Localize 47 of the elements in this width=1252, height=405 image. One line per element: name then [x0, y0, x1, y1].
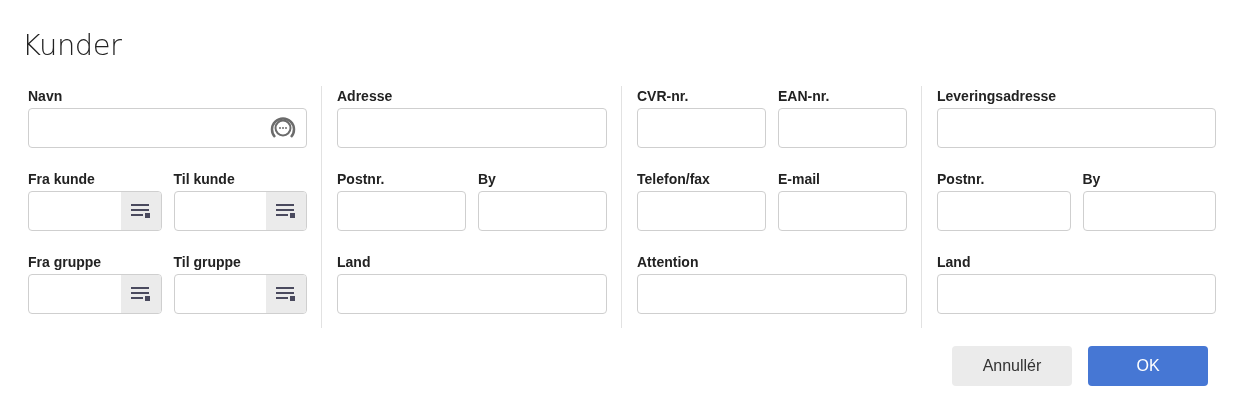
field-label: Til kunde: [173, 171, 236, 188]
input-field[interactable]: [637, 191, 766, 231]
lookup-field[interactable]: [28, 191, 162, 231]
input-field[interactable]: [337, 108, 607, 148]
lookup-button[interactable]: [120, 275, 161, 313]
lookup-field[interactable]: [173, 191, 307, 231]
field-label: Land: [937, 254, 972, 271]
field-label: Fra kunde: [28, 171, 96, 188]
input-field[interactable]: [778, 108, 907, 148]
list-icon: [130, 204, 151, 218]
field-label: Til gruppe: [173, 254, 242, 271]
input-field[interactable]: [1082, 191, 1216, 231]
list-icon: [276, 287, 296, 301]
field-label: E-mail: [778, 171, 821, 188]
dialog-title: Kunder: [22, 27, 123, 64]
field-label: CVR-nr.: [637, 88, 690, 105]
field-label: Attention: [637, 254, 700, 271]
lookup-field[interactable]: [173, 274, 307, 314]
ok-button[interactable]: OK: [1088, 346, 1208, 386]
name-field[interactable]: [28, 108, 307, 148]
field-label: Adresse: [337, 88, 394, 105]
field-label: Fra gruppe: [28, 254, 103, 271]
field-label: Postnr.: [337, 171, 386, 188]
lookup-button[interactable]: [266, 275, 306, 313]
lookup-button[interactable]: [266, 192, 306, 230]
list-icon: [130, 287, 151, 301]
field-label: EAN-nr.: [778, 88, 831, 105]
input-field[interactable]: [337, 274, 607, 314]
field-label: Navn: [28, 88, 64, 105]
input-field[interactable]: [337, 191, 466, 231]
input-field[interactable]: [778, 191, 907, 231]
list-icon: [276, 204, 296, 218]
input-field[interactable]: [937, 191, 1071, 231]
input-field[interactable]: [637, 108, 766, 148]
lookup-button[interactable]: [120, 192, 161, 230]
input-field[interactable]: [478, 191, 607, 231]
field-label: Telefon/fax: [637, 171, 711, 188]
field-label: Leveringsadresse: [937, 88, 1058, 105]
field-label: By: [478, 171, 497, 188]
input-field[interactable]: [937, 274, 1216, 314]
field-label: Land: [337, 254, 372, 271]
input-field[interactable]: [637, 274, 907, 314]
lookup-field[interactable]: [28, 274, 162, 314]
cancel-button[interactable]: Annullér: [952, 346, 1072, 386]
field-label: Postnr.: [937, 171, 986, 188]
input-field[interactable]: [937, 108, 1216, 148]
field-label: By: [1082, 171, 1102, 188]
